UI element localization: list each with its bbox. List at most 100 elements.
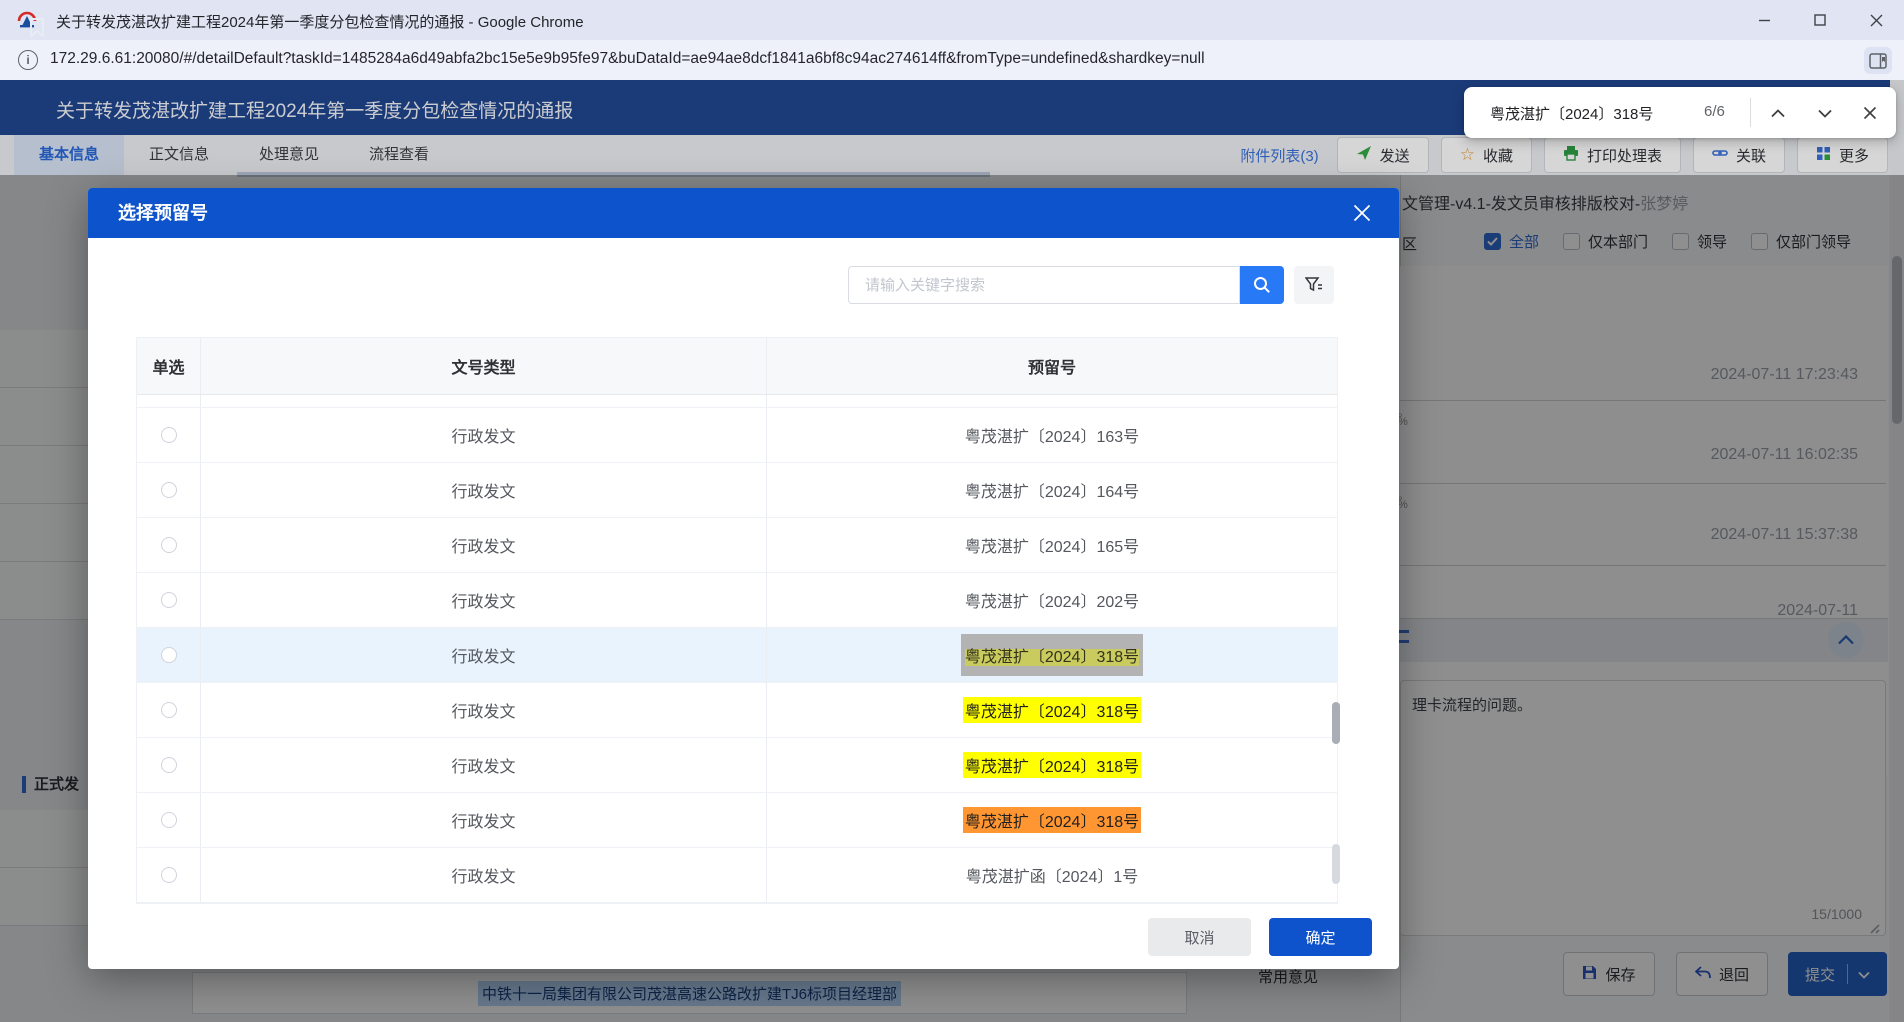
- radio-button[interactable]: [160, 647, 177, 663]
- table-row[interactable]: 行政发文 粤茂湛扩〔2024〕318号: [137, 683, 1337, 738]
- url-text[interactable]: 172.29.6.61:20080/#/detailDefault?taskId…: [50, 50, 1205, 68]
- doc-type-cell: 行政发文: [201, 463, 767, 517]
- close-icon[interactable]: [1351, 202, 1373, 224]
- checkbox-icon[interactable]: [1563, 233, 1581, 250]
- table-row[interactable]: 行政发文 粤茂湛扩〔2024〕318号: [137, 738, 1337, 793]
- radio-button[interactable]: [160, 592, 177, 608]
- side-panel-icon[interactable]: [1864, 47, 1892, 74]
- tab-basic-info[interactable]: 基本信息: [14, 135, 125, 175]
- find-query-text[interactable]: 粤茂湛扩〔2024〕318号: [1490, 103, 1653, 124]
- keyword-search-field[interactable]: [848, 266, 1240, 304]
- table-row[interactable]: 行政发文 粤茂湛扩〔2024〕164号: [137, 463, 1337, 518]
- radio-button[interactable]: [160, 867, 177, 883]
- search-input[interactable]: [863, 276, 1187, 295]
- opinion-text: 理卡流程的问题。: [1412, 697, 1533, 714]
- find-previous-icon[interactable]: [1764, 99, 1792, 127]
- more-button[interactable]: 更多: [1796, 137, 1888, 173]
- page-scrollbar-thumb[interactable]: [1892, 256, 1902, 424]
- radio-button[interactable]: [160, 427, 177, 443]
- grid-icon: [1816, 146, 1831, 165]
- save-icon: [1582, 965, 1597, 984]
- radio-button[interactable]: [160, 812, 177, 828]
- filter-funnel-icon: [1305, 277, 1322, 292]
- cancel-button[interactable]: 取消: [1148, 918, 1251, 956]
- attachment-list-link[interactable]: 附件列表(3): [1240, 145, 1318, 166]
- table-row[interactable]: 行政发文 粤茂湛扩〔2024〕318号: [137, 628, 1337, 683]
- form-row-fragment: [0, 562, 89, 620]
- doc-type-cell: 行政发文: [201, 408, 767, 462]
- address-bar[interactable]: i 172.29.6.61:20080/#/detailDefault?task…: [0, 40, 1904, 81]
- resize-handle-icon[interactable]: [1866, 920, 1880, 939]
- find-close-icon[interactable]: [1856, 99, 1884, 127]
- radio-button[interactable]: [160, 757, 177, 773]
- doc-type-cell: 行政发文: [201, 518, 767, 572]
- table-row[interactable]: 行政发文 粤茂湛扩〔2024〕202号: [137, 573, 1337, 628]
- submit-button[interactable]: 提交: [1788, 952, 1887, 996]
- chevron-down-icon[interactable]: [1858, 966, 1870, 983]
- tab-process-view[interactable]: 流程查看: [344, 135, 454, 175]
- doc-type-cell: 行政发文: [201, 628, 767, 682]
- doc-type-cell: 行政发文: [201, 793, 767, 847]
- dialog-header: 选择预留号: [88, 188, 1399, 238]
- filter-button[interactable]: [1294, 266, 1334, 304]
- doc-type-cell: 行政发文: [201, 683, 767, 737]
- save-button[interactable]: 保存: [1563, 952, 1655, 996]
- partial-scrolled-row: [137, 395, 1337, 408]
- return-button[interactable]: 退回: [1676, 952, 1768, 996]
- doc-type-cell: 行政发文: [201, 573, 767, 627]
- send-icon: [1356, 145, 1372, 165]
- reserved-number-table: 单选 文号类型 预留号 行政发文 粤茂湛扩〔2024〕163号 行政发文 粤茂湛扩〔2…: [136, 337, 1338, 904]
- reserved-number-cell: 粤茂湛扩〔2024〕318号: [767, 683, 1337, 737]
- opinion-textarea[interactable]: [1400, 680, 1886, 936]
- clipped-text-fragment: %: [1398, 416, 1408, 428]
- search-button[interactable]: [1240, 266, 1284, 304]
- checkbox-icon[interactable]: [1751, 233, 1769, 250]
- radio-button[interactable]: [160, 482, 177, 498]
- reserved-number-cell: 粤茂湛扩〔2024〕318号: [767, 738, 1337, 792]
- tab-list: 基本信息 正文信息 处理意见 流程查看: [14, 135, 454, 175]
- page-scrollbar[interactable]: [1890, 80, 1904, 1022]
- filter-item[interactable]: 仅部门领导: [1751, 231, 1851, 252]
- common-opinion-button[interactable]: 常用意见: [1258, 966, 1318, 987]
- find-next-icon[interactable]: [1811, 99, 1839, 127]
- checkbox-icon[interactable]: [1672, 233, 1690, 250]
- checkbox-icon[interactable]: [1484, 233, 1501, 250]
- table-scrollbar-thumb[interactable]: [1332, 702, 1340, 744]
- section-marker: [22, 776, 26, 793]
- favorite-button[interactable]: ☆ 收藏: [1440, 137, 1532, 173]
- clipped-link-fragment: [1398, 640, 1409, 643]
- reserved-number-cell: 粤茂湛扩函〔2024〕1号: [965, 869, 1139, 886]
- tab-body-info[interactable]: 正文信息: [124, 135, 234, 175]
- form-row-fragment: [0, 504, 89, 562]
- close-window-button[interactable]: [1848, 0, 1904, 40]
- form-row-fragment: [0, 330, 89, 388]
- table-row[interactable]: 行政发文 粤茂湛扩〔2024〕163号: [137, 408, 1337, 463]
- table-row[interactable]: 行政发文 粤茂湛扩函〔2024〕1号: [137, 848, 1337, 903]
- filter-item[interactable]: 全部: [1484, 231, 1539, 252]
- collapse-button[interactable]: [1828, 622, 1864, 658]
- reserved-number-cell: 粤茂湛扩〔2024〕165号: [964, 539, 1140, 556]
- confirm-button[interactable]: 确定: [1269, 918, 1372, 956]
- tab-handling-opinions[interactable]: 处理意见: [234, 135, 344, 175]
- table-row[interactable]: 行政发文 粤茂湛扩〔2024〕318号: [137, 793, 1337, 848]
- reserved-number-cell: 粤茂湛扩〔2024〕164号: [964, 484, 1140, 501]
- radio-button[interactable]: [160, 537, 177, 553]
- dialog-title: 选择预留号: [118, 203, 208, 223]
- minimize-button[interactable]: [1736, 0, 1792, 40]
- filter-item[interactable]: 领导: [1672, 231, 1727, 252]
- send-button[interactable]: 发送: [1336, 137, 1429, 173]
- opinion-timestamp: 2024-07-11 16:02:35: [1710, 446, 1858, 463]
- column-header-reserved-number: 预留号: [1027, 360, 1076, 377]
- page-info-icon[interactable]: i: [18, 50, 38, 70]
- reserved-number-rows: 行政发文 粤茂湛扩〔2024〕163号 行政发文 粤茂湛扩〔2024〕164号 行政发文…: [137, 408, 1337, 903]
- table-scrollbar-thumb-secondary[interactable]: [1332, 844, 1340, 884]
- print-sheet-button[interactable]: 打印处理表: [1543, 137, 1681, 173]
- relate-button[interactable]: 关联: [1692, 137, 1785, 173]
- table-row[interactable]: 行政发文 粤茂湛扩〔2024〕165号: [137, 518, 1337, 573]
- radio-button[interactable]: [160, 702, 177, 718]
- printer-icon: [1563, 145, 1579, 165]
- table-header: 单选 文号类型 预留号: [137, 338, 1337, 395]
- filter-item[interactable]: 仅本部门: [1563, 231, 1648, 252]
- maximize-button[interactable]: [1792, 0, 1848, 40]
- window-titlebar: 关于转发茂湛改扩建工程2024年第一季度分包检查情况的通报 - Google C…: [0, 0, 1904, 40]
